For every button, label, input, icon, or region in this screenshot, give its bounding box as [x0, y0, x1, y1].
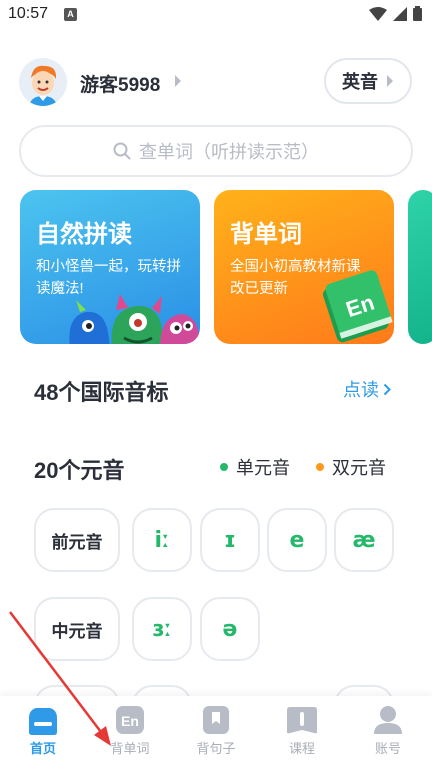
home-icon — [29, 708, 57, 735]
phoneme-tile[interactable]: e — [267, 508, 327, 572]
vowels-title: 20个元音 — [34, 458, 125, 483]
legend-diphthong: 双元音 — [316, 454, 386, 480]
chevron-right-icon — [387, 75, 393, 87]
phonics-card[interactable]: 自然拼读 和小怪兽一起，玩转拼读魔法! — [20, 190, 200, 344]
search-placeholder: 查单词（听拼读示范） — [139, 142, 319, 162]
nav-label: 背单词 — [110, 741, 150, 756]
phoneme-tile[interactable]: ɪ — [200, 508, 260, 572]
legend-label: 单元音 — [236, 458, 290, 478]
chevron-right-icon — [383, 383, 391, 395]
search-bar[interactable]: 查单词（听拼读示范） — [19, 125, 413, 177]
notification-icon: A — [64, 8, 77, 21]
point-read-label: 点读 — [343, 380, 379, 400]
phoneme-tile[interactable]: æ — [334, 508, 394, 572]
nav-item-home[interactable]: 首页 — [8, 704, 78, 757]
nav-item-vocabulary[interactable]: En 背单词 — [95, 704, 165, 757]
svg-text:En: En — [121, 713, 139, 729]
point-read-link[interactable]: 点读 — [343, 376, 391, 402]
vowel-category-front[interactable]: 前元音 — [34, 508, 120, 572]
course-icon — [287, 707, 317, 734]
vowel-category-central[interactable]: 中元音 — [34, 597, 120, 661]
bookmark-icon — [203, 706, 229, 734]
next-card-peek[interactable] — [408, 190, 432, 344]
en-book-illustration: En — [322, 270, 393, 343]
legend-dot — [220, 463, 228, 471]
nav-item-courses[interactable]: 课程 — [267, 704, 337, 757]
card-title: 背单词 — [230, 221, 302, 248]
status-time: 10:57 — [8, 5, 49, 22]
avatar-image — [19, 58, 67, 106]
phoneme-tile[interactable]: ə — [200, 597, 260, 661]
vocabulary-card[interactable]: 背单词 全国小初高教材新课改已更新 En — [214, 190, 394, 344]
bottom-nav: 首页 En 背单词 背句子 课程 账号 — [0, 696, 432, 769]
search-icon — [113, 142, 131, 160]
status-bar: 10:57 A — [0, 0, 432, 30]
nav-item-account[interactable]: 账号 — [353, 704, 423, 757]
nav-label: 账号 — [374, 741, 401, 756]
nav-item-sentences[interactable]: 背句子 — [181, 704, 251, 757]
username[interactable]: 游客5998 — [80, 70, 160, 97]
phoneme-tile[interactable]: iː — [132, 508, 192, 572]
monsters-illustration — [69, 294, 200, 344]
phonetics-title: 48个国际音标 — [34, 380, 169, 405]
accent-label: 英音 — [342, 72, 378, 92]
nav-label: 首页 — [29, 741, 56, 756]
legend-label: 双元音 — [332, 458, 386, 478]
nav-label: 课程 — [288, 741, 315, 756]
chevron-right-icon[interactable] — [174, 74, 182, 88]
phoneme-tile[interactable]: ɜː — [132, 597, 192, 661]
battery-icon — [413, 6, 422, 21]
card-title: 自然拼读 — [36, 221, 132, 248]
nav-label: 背句子 — [196, 741, 236, 756]
status-icons — [369, 6, 422, 21]
en-book-icon: En — [116, 706, 144, 734]
accent-toggle-button[interactable]: 英音 — [324, 58, 412, 104]
legend-monophthong: 单元音 — [220, 454, 290, 480]
avatar[interactable] — [19, 58, 67, 106]
user-icon — [374, 706, 402, 734]
wifi-icon — [369, 6, 387, 21]
legend-dot — [316, 463, 324, 471]
signal-icon — [393, 6, 407, 21]
